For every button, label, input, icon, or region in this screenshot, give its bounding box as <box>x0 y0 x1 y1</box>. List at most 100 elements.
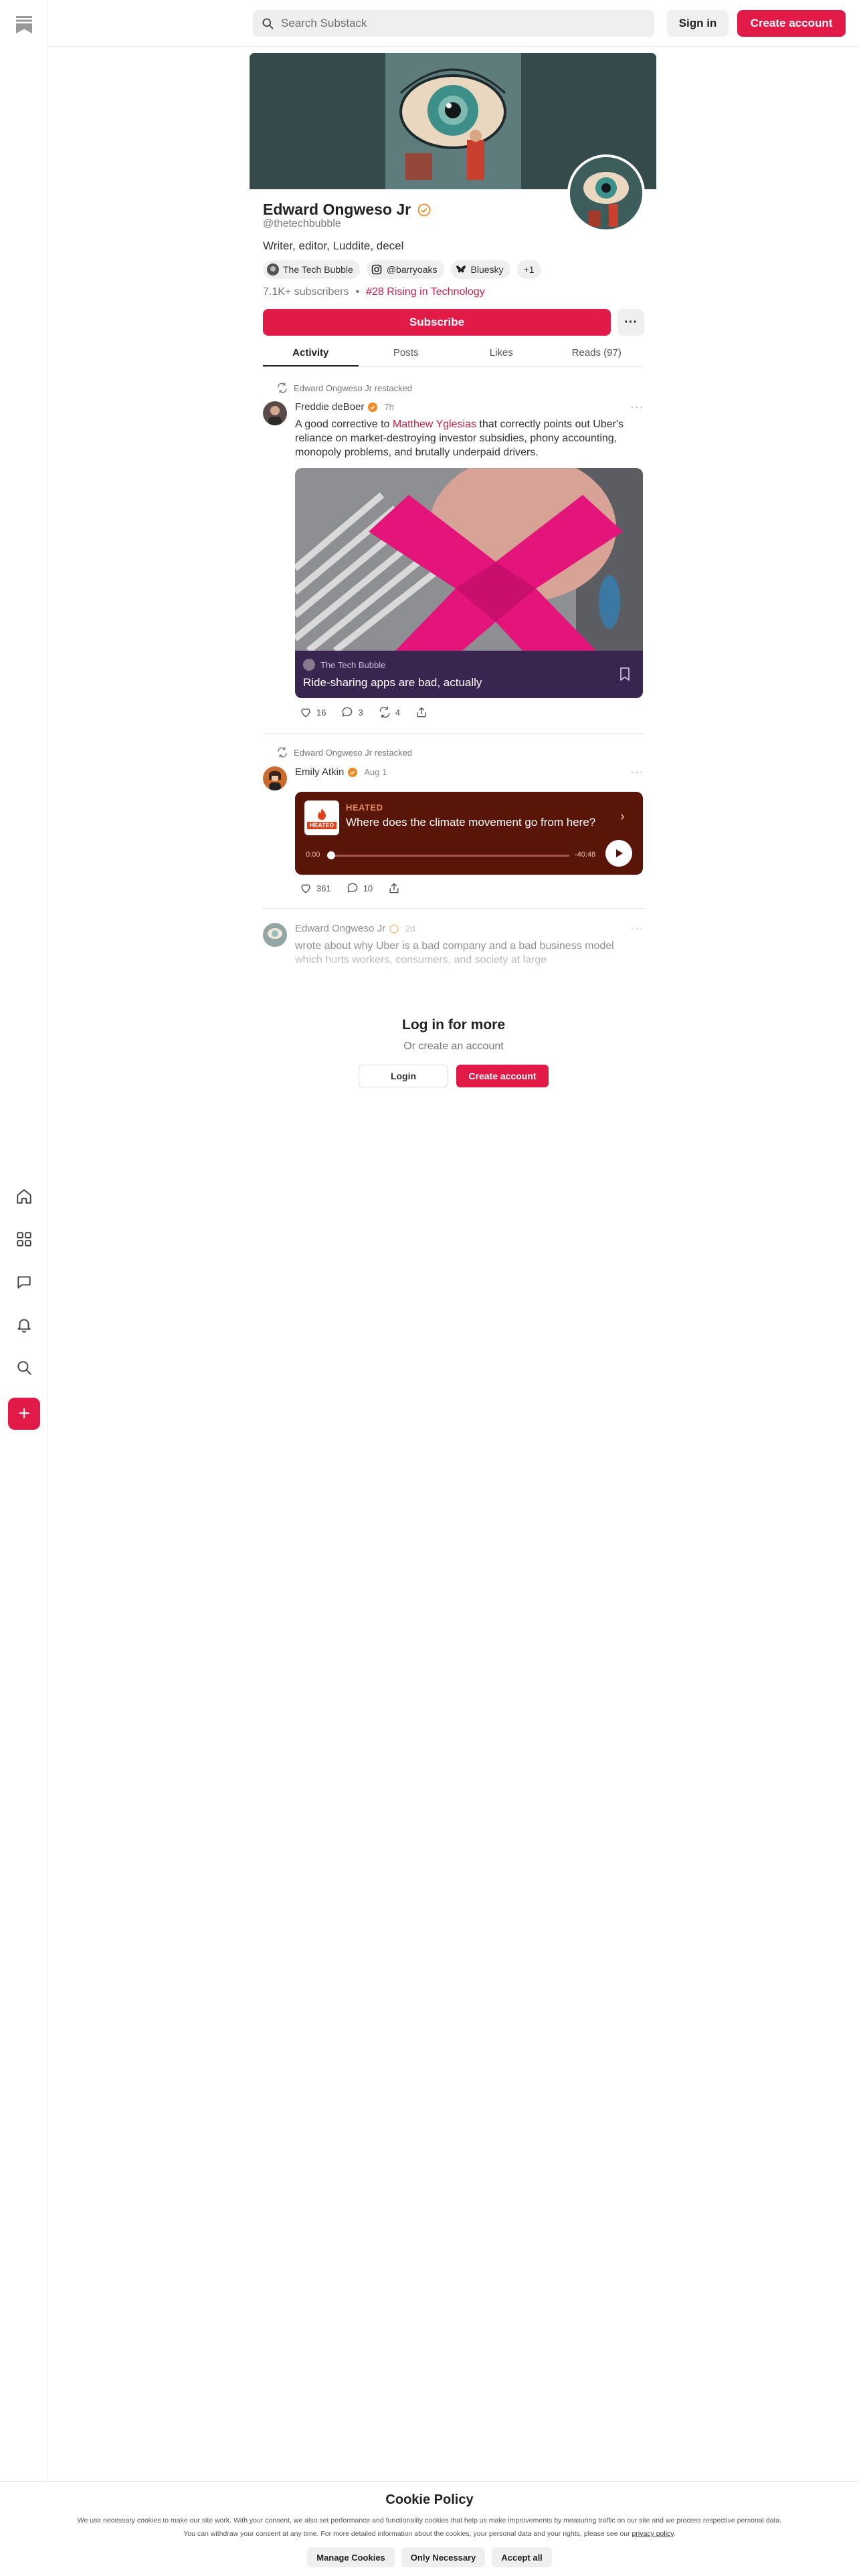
comment-button[interactable]: 3 <box>341 706 363 719</box>
ranking-link[interactable]: #28 Rising in Technology <box>366 286 485 298</box>
post-menu-icon[interactable]: ··· <box>630 400 644 414</box>
sign-in-button[interactable]: Sign in <box>667 10 729 37</box>
play-icon <box>616 849 623 857</box>
audio-remaining: -40:48 <box>575 851 596 859</box>
cookie-text-2: You can withdraw your consent at any tim… <box>183 2530 676 2538</box>
tab-activity[interactable]: Activity <box>263 344 359 366</box>
post-header: Edward Ongweso Jr 2d <box>295 923 415 934</box>
audio-publication: HEATED <box>346 802 383 813</box>
top-bar: Sign in Create account <box>48 0 859 47</box>
profile-handle: @thetechbubble <box>263 218 341 229</box>
embed-publication: The Tech Bubble <box>303 659 385 671</box>
accept-all-button[interactable]: Accept all <box>492 2547 552 2567</box>
avatar[interactable] <box>263 766 287 790</box>
tab-likes[interactable]: Likes <box>454 344 549 366</box>
post-embed-card[interactable]: The Tech Bubble Ride-sharing apps are ba… <box>295 468 643 698</box>
like-button[interactable]: 16 <box>299 706 326 719</box>
restack-label: Edward Ongweso Jr restacked <box>276 746 412 758</box>
post-time: Aug 1 <box>364 767 387 777</box>
search-icon[interactable] <box>0 1359 48 1376</box>
heart-icon <box>301 884 310 893</box>
tab-posts[interactable]: Posts <box>359 344 454 366</box>
bell-icon[interactable] <box>0 1316 48 1333</box>
create-account-button[interactable]: Create account <box>737 10 846 37</box>
profile-avatar[interactable] <box>567 154 645 232</box>
podcast-logo-text: HEATED <box>307 821 337 829</box>
post-menu-icon[interactable]: ··· <box>630 765 644 779</box>
audio-progress-track[interactable] <box>328 855 569 857</box>
only-necessary-button[interactable]: Only Necessary <box>401 2547 486 2567</box>
tab-reads[interactable]: Reads (97) <box>549 344 645 366</box>
share-button[interactable] <box>387 881 405 895</box>
grid-icon[interactable] <box>0 1230 48 1248</box>
login-prompt-subtitle: Or create an account <box>403 1041 504 1052</box>
search-bar[interactable] <box>253 10 654 37</box>
plus-icon[interactable]: + <box>8 1398 40 1430</box>
link-chip-more[interactable]: +1 <box>516 260 541 279</box>
embed-footer: The Tech Bubble Ride-sharing apps are ba… <box>295 651 643 698</box>
substack-logo-icon[interactable] <box>16 16 32 33</box>
profile-links: The Tech Bubble @barryoaks Bluesky +1 <box>263 260 541 279</box>
author-name[interactable]: Edward Ongweso Jr <box>295 923 385 934</box>
author-name[interactable]: Emily Atkin <box>295 766 344 778</box>
bluesky-icon <box>455 263 467 276</box>
login-prompt-title: Log in for more <box>402 1017 505 1033</box>
stats-separator: • <box>355 286 360 298</box>
restack-icon <box>278 383 287 393</box>
instagram-icon <box>371 263 383 276</box>
audio-embed[interactable]: HEATED HEATED Where does the climate mov… <box>295 792 643 875</box>
like-button[interactable]: 361 <box>299 881 331 895</box>
restack-button[interactable]: 4 <box>378 706 400 719</box>
podcast-artwork: HEATED <box>304 800 339 835</box>
post-actions: 16 3 4 <box>299 706 447 719</box>
manage-cookies-button[interactable]: Manage Cookies <box>307 2547 395 2567</box>
subscribe-button[interactable]: Subscribe <box>263 309 611 336</box>
link-chip-instagram[interactable]: @barryoaks <box>366 260 444 279</box>
post-menu-icon[interactable]: ··· <box>630 922 644 936</box>
profile-tabs: Activity Posts Likes Reads (97) <box>263 344 644 367</box>
cookie-buttons: Manage Cookies Only Necessary Accept all <box>0 2547 859 2567</box>
subscriber-count[interactable]: 7.1K+ subscribers <box>263 286 349 298</box>
post-header: Emily Atkin Aug 1 <box>295 766 387 778</box>
post-time: 7h <box>384 402 394 412</box>
cookie-banner: Cookie Policy We use necessary cookies t… <box>0 2481 859 2576</box>
verified-badge-icon <box>348 767 358 777</box>
share-button[interactable] <box>415 706 432 719</box>
link-chip-bluesky[interactable]: Bluesky <box>450 260 510 279</box>
comment-icon <box>343 707 353 717</box>
play-button[interactable] <box>605 840 632 867</box>
privacy-policy-link[interactable]: privacy policy <box>632 2530 674 2538</box>
audio-elapsed: 0:00 <box>306 851 320 859</box>
publication-avatar-icon <box>267 263 279 276</box>
bookmark-icon[interactable] <box>619 667 631 681</box>
more-options-button[interactable]: ··· <box>617 309 644 336</box>
profile-stats: 7.1K+ subscribers • #28 Rising in Techno… <box>263 286 485 298</box>
publication-avatar-icon <box>303 659 315 671</box>
login-button[interactable]: Login <box>359 1065 448 1087</box>
chat-icon[interactable] <box>0 1273 48 1291</box>
restack-icon <box>379 706 390 718</box>
author-name[interactable]: Freddie deBoer <box>295 401 364 413</box>
audio-scrubber-handle[interactable] <box>327 851 335 859</box>
avatar[interactable] <box>263 401 287 425</box>
comment-icon <box>347 883 358 893</box>
mention-link[interactable]: Matthew Yglesias <box>393 419 476 430</box>
avatar[interactable] <box>263 923 287 947</box>
comment-button[interactable]: 10 <box>346 881 373 895</box>
embed-title: Ride-sharing apps are bad, actually <box>303 676 482 689</box>
content-fade <box>250 950 658 976</box>
post-text: A good corrective to Matthew Yglesias th… <box>295 419 624 458</box>
chevron-right-icon[interactable]: › <box>620 809 625 825</box>
link-chip-publication[interactable]: The Tech Bubble <box>263 260 360 279</box>
post-time: 2d <box>405 924 415 934</box>
verified-badge-icon <box>368 402 378 412</box>
embed-image <box>295 468 643 653</box>
share-icon <box>389 883 399 893</box>
feed-divider <box>263 733 644 734</box>
search-input[interactable] <box>281 17 629 30</box>
verified-badge-icon <box>417 203 431 216</box>
home-icon[interactable] <box>0 1188 48 1205</box>
create-account-button[interactable]: Create account <box>456 1065 549 1087</box>
heart-icon <box>301 708 310 718</box>
post-header: Freddie deBoer 7h <box>295 401 394 413</box>
